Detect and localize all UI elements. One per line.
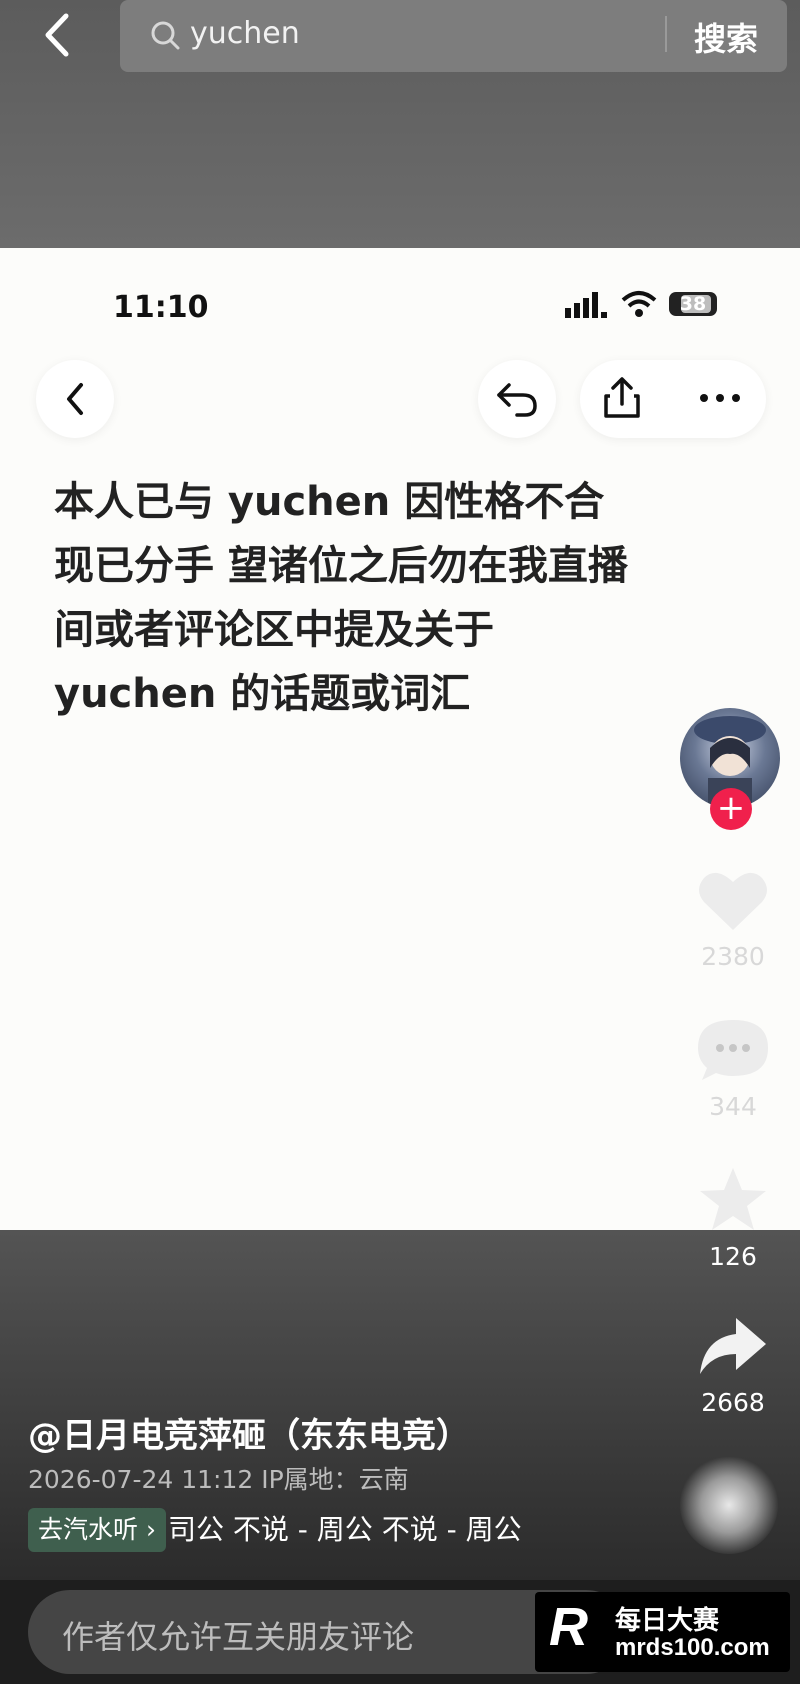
post-image: 11:10 38 本人已与 yuchen 因性格不合 现已分手 望诸位之后勿在我…: [0, 248, 800, 1230]
chevron-left-icon: [45, 13, 69, 57]
music-row: 司公 不说 - 周公 不说 - 周公 去汽水听 ›: [28, 1508, 648, 1552]
status-icons: 38: [565, 290, 725, 324]
post-body-text: 本人已与 yuchen 因性格不合 现已分手 望诸位之后勿在我直播 间或者评论区…: [54, 470, 754, 726]
post-toolbar: [580, 360, 766, 438]
follow-button[interactable]: +: [710, 788, 752, 830]
author-name[interactable]: @日月电竞萍砸（东东电竞）: [28, 1408, 470, 1457]
post-text-line: 间或者评论区中提及关于: [54, 607, 494, 653]
chevron-left-icon: [67, 383, 83, 415]
post-text-line: 本人已与 yuchen 因性格不合: [54, 479, 605, 525]
watermark-r: R: [549, 1597, 588, 1657]
like-count: 2380: [701, 942, 765, 971]
post-text-line: 现已分手 望诸位之后勿在我直播: [54, 543, 628, 589]
music-title[interactable]: 司公 不说 - 周公 不说 - 周公: [168, 1508, 522, 1552]
signal-icon: [565, 292, 607, 318]
listen-on-qishui-button[interactable]: 去汽水听 ›: [28, 1508, 166, 1552]
post-back-button[interactable]: [36, 360, 114, 438]
watermark-name: 每日大赛: [615, 1606, 720, 1636]
watermark-url: mrds100.com: [615, 1634, 770, 1661]
search-button[interactable]: 搜索: [694, 14, 758, 60]
battery-level: 38: [679, 293, 707, 315]
search-divider: [665, 16, 667, 52]
share-arrow-icon[interactable]: [696, 1312, 770, 1380]
comment-icon[interactable]: [696, 1016, 770, 1084]
share-count: 2668: [701, 1388, 765, 1417]
comment-bar: 作者仅允许互关朋友评论 R 每日大赛 mrds100.com: [0, 1580, 800, 1684]
post-text-line: yuchen 的话题或词汇: [54, 671, 471, 717]
wifi-icon: [621, 291, 657, 317]
share-icon[interactable]: [600, 376, 644, 420]
reply-arrow-icon: [497, 383, 537, 417]
post-meta: 2026-07-24 11:12 IP属地：云南: [28, 1465, 409, 1494]
search-icon: [151, 21, 180, 50]
favorite-count: 126: [709, 1242, 757, 1271]
reply-button[interactable]: [478, 360, 556, 438]
back-button[interactable]: [30, 8, 84, 62]
heart-icon[interactable]: [696, 866, 770, 934]
music-disc[interactable]: [680, 1456, 778, 1554]
comment-placeholder: 作者仅允许互关朋友评论: [62, 1618, 415, 1656]
search-header: yuchen 搜索: [0, 0, 800, 248]
status-time: 11:10: [113, 290, 209, 325]
search-query: yuchen: [190, 16, 300, 51]
battery-icon: 38: [669, 292, 717, 316]
comment-count: 344: [709, 1092, 757, 1121]
star-icon[interactable]: [696, 1166, 770, 1234]
search-input[interactable]: yuchen 搜索: [120, 0, 787, 72]
more-icon[interactable]: [690, 376, 750, 420]
watermark-logo: R 每日大赛 mrds100.com: [535, 1592, 790, 1672]
